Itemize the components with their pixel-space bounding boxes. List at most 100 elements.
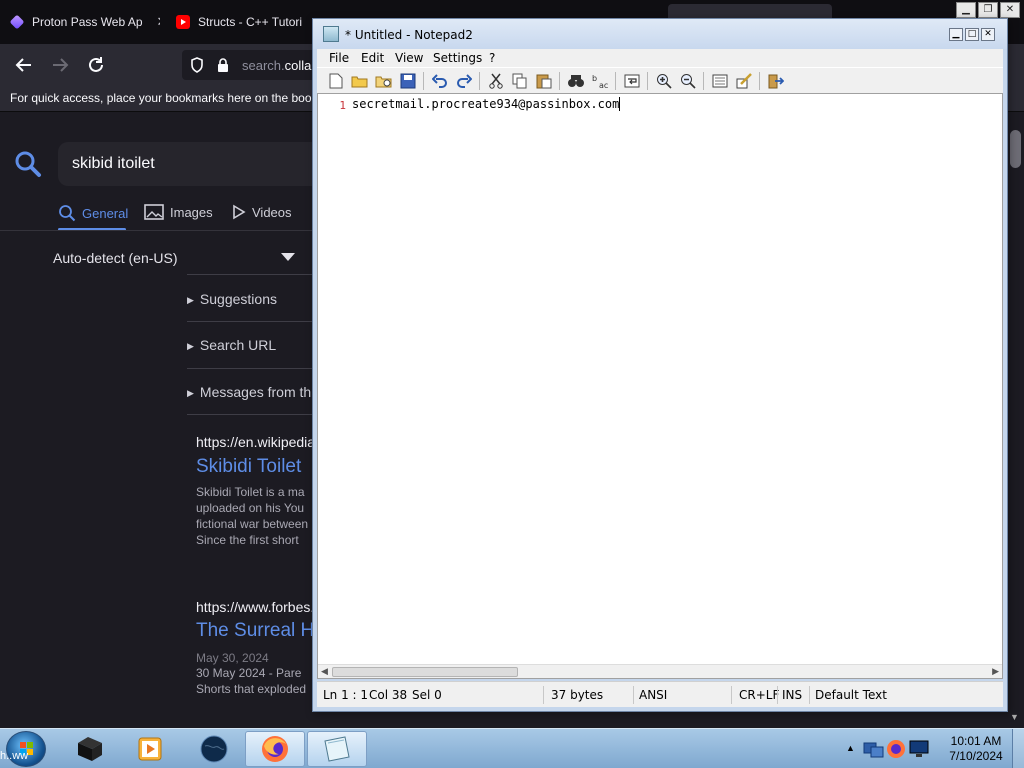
editor-text[interactable]: secretmail.procreate934@passinbox.com (352, 97, 619, 111)
divider (187, 368, 327, 369)
clock[interactable]: 10:01 AM 7/10/2024 (944, 734, 1008, 764)
open-folder-icon[interactable] (351, 72, 369, 90)
show-hidden-icons-icon[interactable]: ▲ (846, 743, 855, 753)
close-tab-icon[interactable]: ✕ (157, 14, 160, 30)
maximize-button[interactable]: □ (965, 28, 979, 41)
firefox-tray-icon[interactable] (886, 739, 906, 759)
status-separator (633, 686, 634, 704)
back-icon[interactable] (13, 54, 35, 76)
redo-icon[interactable] (455, 72, 473, 90)
taskbar-app-media-player[interactable] (120, 731, 180, 767)
result-url[interactable]: https://en.wikipedia (196, 434, 315, 450)
scrollbar-thumb[interactable] (1010, 130, 1021, 168)
replace-icon[interactable]: b ac (591, 72, 609, 90)
youtube-icon (176, 15, 190, 29)
minimize-button[interactable]: ▁ (949, 28, 963, 41)
status-insert-mode[interactable]: INS (782, 688, 802, 702)
paste-icon[interactable] (535, 72, 553, 90)
accordion-suggestions[interactable]: ▶ Suggestions (187, 291, 277, 307)
text-editor[interactable]: 1 secretmail.procreate934@passinbox.com … (317, 93, 1003, 679)
result-snippet: uploaded on his You (196, 501, 305, 515)
tab-label: Videos (252, 204, 292, 220)
search-icon[interactable] (14, 150, 42, 178)
customize-schemes-icon[interactable] (735, 72, 753, 90)
lock-icon[interactable] (216, 57, 230, 73)
result-title[interactable]: Skibidi Toilet (196, 456, 301, 478)
scroll-left-icon[interactable]: ◀ (321, 666, 328, 677)
notepad-title-bar[interactable]: * Untitled - Notepad2 ▁ □ ✕ (313, 19, 1007, 49)
tab-images[interactable]: Images (144, 204, 213, 220)
active-tab-fragment[interactable] (668, 4, 832, 18)
scheme-icon[interactable] (711, 72, 729, 90)
taskbar-app-firefox[interactable] (245, 731, 305, 767)
result-title[interactable]: The Surreal H (196, 620, 314, 642)
cut-icon[interactable] (487, 72, 505, 90)
close-button[interactable]: ✕ (981, 28, 995, 41)
result-snippet: Skibidi Toilet is a ma (196, 485, 305, 499)
menu-settings[interactable]: Settings (433, 51, 482, 65)
undo-icon[interactable] (431, 72, 449, 90)
word-wrap-icon[interactable] (623, 72, 641, 90)
tab-proton-pass[interactable]: Proton Pass Web Ap ✕ (10, 8, 160, 36)
status-encoding[interactable]: ANSI (639, 688, 667, 702)
network-icon[interactable] (862, 739, 884, 761)
line-number-gutter: 1 (318, 94, 350, 664)
text-caret (619, 97, 621, 111)
proton-pass-icon (10, 14, 25, 30)
copy-icon[interactable] (511, 72, 529, 90)
new-file-icon[interactable] (327, 72, 345, 90)
language-selector[interactable]: Auto-detect (en-US) (53, 250, 178, 266)
status-file-size: 37 bytes (551, 688, 604, 702)
menu-view[interactable]: View (395, 51, 423, 65)
minimize-button[interactable]: ▁ (956, 2, 976, 18)
image-icon (144, 204, 164, 220)
toolbar-separator (703, 72, 704, 90)
taskbar: ▲ 10:01 AM 7/10/2024 (0, 728, 1024, 768)
taskbar-app-terminal[interactable] (60, 731, 120, 767)
show-desktop-button[interactable] (1012, 729, 1024, 768)
divider (187, 414, 327, 415)
forward-icon[interactable] (49, 54, 71, 76)
zoom-out-icon[interactable] (679, 72, 697, 90)
result-snippet: 30 May 2024 - Pare (196, 666, 302, 680)
scroll-right-icon[interactable]: ▶ (992, 666, 999, 677)
taskbar-app-globe[interactable] (184, 731, 244, 767)
accordion-label: Messages from th (199, 384, 312, 400)
find-icon[interactable] (567, 72, 585, 90)
close-button[interactable]: ✕ (1000, 2, 1020, 18)
menu-file[interactable]: File (329, 51, 349, 65)
zoom-in-icon[interactable] (655, 72, 673, 90)
restore-button[interactable]: ❐ (978, 2, 998, 18)
exit-icon[interactable] (767, 72, 785, 90)
status-separator (777, 686, 778, 704)
status-column: Col 38 (369, 688, 408, 702)
save-icon[interactable] (399, 72, 417, 90)
editor-line[interactable]: secretmail.procreate934@passinbox.com (352, 97, 621, 111)
scroll-down-icon[interactable]: ▼ (1010, 712, 1019, 722)
status-scheme[interactable]: Default Text (815, 688, 887, 702)
reload-icon[interactable] (85, 54, 107, 76)
search-icon (59, 205, 76, 222)
scrollbar-thumb[interactable] (332, 667, 518, 677)
accordion-search-url[interactable]: ▶ Search URL (187, 337, 276, 353)
tab-general[interactable]: General (58, 204, 128, 222)
tab-videos[interactable]: Videos (232, 204, 292, 220)
notepad-icon (323, 26, 339, 42)
chevron-down-icon[interactable] (281, 253, 295, 261)
taskbar-app-notepad2[interactable] (307, 731, 367, 767)
result-url[interactable]: https://www.forbes. (196, 599, 314, 615)
tab-structs-cpp[interactable]: Structs - C++ Tutori (176, 8, 312, 36)
shield-icon[interactable] (190, 57, 204, 73)
status-line-endings[interactable]: CR+LF (739, 688, 779, 702)
browse-icon[interactable] (375, 72, 393, 90)
display-icon[interactable] (908, 739, 930, 759)
horizontal-scrollbar[interactable]: ◀ ▶ (318, 664, 1002, 678)
menu-help[interactable]: ? (489, 51, 495, 65)
accordion-messages[interactable]: ▶ Messages from th (187, 384, 311, 400)
play-icon (233, 204, 246, 220)
page-scrollbar[interactable]: ▼ (1006, 112, 1024, 728)
svg-text:b: b (592, 74, 597, 83)
menu-edit[interactable]: Edit (361, 51, 384, 65)
tab-label: Structs - C++ Tutori (198, 15, 303, 29)
url-text[interactable]: search.colla (242, 58, 311, 73)
